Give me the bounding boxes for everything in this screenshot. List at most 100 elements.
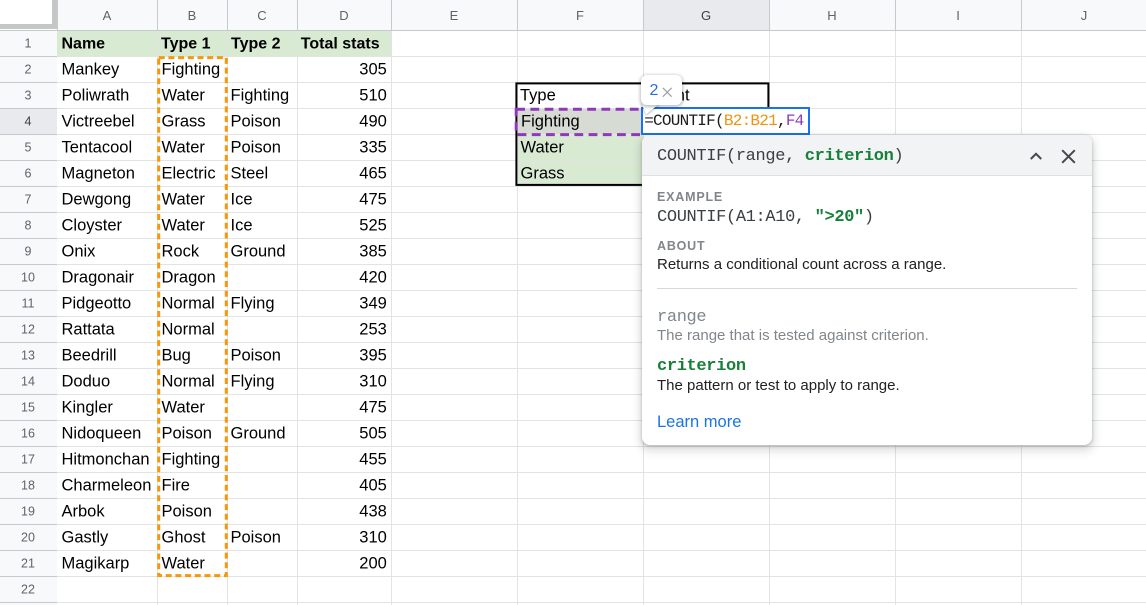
svg-text:Doduo: Doduo [62,373,111,391]
svg-text:20: 20 [21,531,35,545]
svg-text:B: B [188,8,197,23]
svg-text:Fighting: Fighting [231,87,290,105]
svg-text:3: 3 [25,89,32,103]
svg-text:Beedrill: Beedrill [62,347,117,365]
svg-text:Total stats: Total stats [301,36,380,53]
svg-text:18: 18 [21,479,35,493]
svg-text:Flying: Flying [231,295,275,313]
svg-text:Poison: Poison [162,425,212,443]
svg-text:10: 10 [21,271,35,285]
svg-text:510: 510 [359,87,387,105]
svg-text:455: 455 [359,451,387,469]
svg-text:Fire: Fire [162,477,190,495]
svg-text:16: 16 [21,427,35,441]
svg-text:21: 21 [21,557,35,571]
svg-text:Dragon: Dragon [162,269,216,287]
svg-text:Dragonair: Dragonair [62,269,135,287]
svg-text:200: 200 [359,555,387,573]
svg-text:22: 22 [21,583,35,597]
svg-text:I: I [956,8,960,23]
svg-text:13: 13 [21,349,35,363]
svg-text:Water: Water [162,555,206,573]
svg-text:F: F [576,8,584,23]
svg-text:Nidoqueen: Nidoqueen [62,425,142,443]
svg-text:5: 5 [25,141,32,155]
svg-text:Gastly: Gastly [62,529,110,547]
svg-text:Poliwrath: Poliwrath [62,87,130,105]
svg-text:Type 1: Type 1 [161,36,211,53]
svg-text:475: 475 [359,399,387,417]
svg-text:Rattata: Rattata [62,321,116,339]
svg-text:505: 505 [359,425,387,443]
svg-text:Water: Water [162,217,206,235]
svg-text:Bug: Bug [162,347,191,365]
svg-text:Poison: Poison [231,113,281,131]
svg-text:E: E [450,8,459,23]
svg-text:405: 405 [359,477,387,495]
svg-text:253: 253 [359,321,387,339]
svg-text:Magikarp: Magikarp [62,555,130,573]
svg-text:305: 305 [359,61,387,79]
svg-text:Ground: Ground [231,425,286,443]
svg-text:8: 8 [25,219,32,233]
svg-text:Flying: Flying [231,373,275,391]
svg-text:15: 15 [21,401,35,415]
svg-text:Poison: Poison [231,347,281,365]
svg-text:2: 2 [25,63,32,77]
svg-text:Steel: Steel [231,165,269,183]
svg-text:6: 6 [25,167,32,181]
svg-text:Water: Water [162,399,206,417]
svg-text:Fighting: Fighting [521,113,580,131]
svg-text:Onix: Onix [62,243,97,261]
svg-text:335: 335 [359,139,387,157]
svg-text:Victreebel: Victreebel [62,113,135,131]
svg-text:Arbok: Arbok [62,503,106,521]
svg-text:H: H [827,8,836,23]
svg-text:Poison: Poison [231,139,281,157]
svg-text:Water: Water [162,191,206,209]
svg-text:385: 385 [359,243,387,261]
svg-text:Water: Water [521,139,565,157]
svg-text:Charmeleon: Charmeleon [62,477,152,495]
svg-text:Ground: Ground [231,243,286,261]
svg-text:D: D [339,8,348,23]
svg-text:Water: Water [162,87,206,105]
svg-text:349: 349 [359,295,387,313]
svg-text:Type 2: Type 2 [231,36,281,53]
svg-text:525: 525 [359,217,387,235]
svg-text:Ice: Ice [231,191,253,209]
svg-text:1: 1 [25,37,32,51]
svg-text:14: 14 [21,375,35,389]
svg-text:C: C [257,8,266,23]
svg-text:Type: Type [520,87,556,105]
svg-text:A: A [103,8,112,23]
svg-text:Tentacool: Tentacool [62,139,133,157]
svg-text:310: 310 [359,529,387,547]
svg-text:J: J [1081,8,1088,23]
svg-text:420: 420 [359,269,387,287]
svg-text:Magneton: Magneton [62,165,135,183]
svg-text:Dewgong: Dewgong [62,191,132,209]
svg-text:17: 17 [21,453,35,467]
svg-text:Ghost: Ghost [162,529,206,547]
svg-text:Fighting: Fighting [162,61,221,79]
svg-text:9: 9 [25,245,32,259]
svg-text:Ice: Ice [231,217,253,235]
svg-text:Poison: Poison [231,529,281,547]
svg-text:Pidgeotto: Pidgeotto [62,295,132,313]
svg-text:Cloyster: Cloyster [62,217,123,235]
svg-text:G: G [701,8,711,23]
svg-text:438: 438 [359,503,387,521]
svg-text:7: 7 [25,193,32,207]
svg-text:Grass: Grass [521,165,565,183]
svg-text:Hitmonchan: Hitmonchan [62,451,150,469]
svg-text:Normal: Normal [162,295,215,313]
svg-text:12: 12 [21,323,35,337]
svg-text:Mankey: Mankey [62,61,121,79]
svg-text:4: 4 [25,115,32,129]
svg-text:310: 310 [359,373,387,391]
svg-text:Grass: Grass [162,113,206,131]
svg-text:490: 490 [359,113,387,131]
svg-text:Normal: Normal [162,321,215,339]
svg-text:19: 19 [21,505,35,519]
